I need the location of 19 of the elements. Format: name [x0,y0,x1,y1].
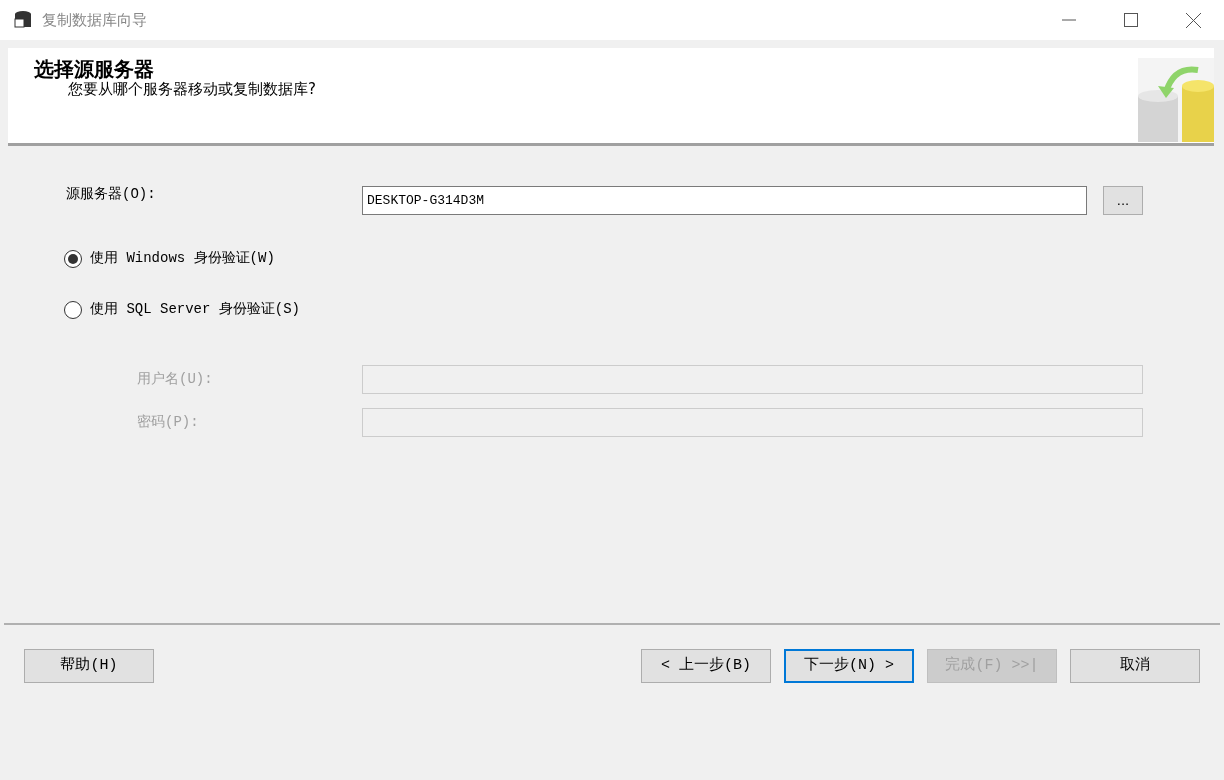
dialog-button[interactable]: < 上一步(B) [641,649,771,683]
source-server-field[interactable]: DESKTOP-G314D3M [362,186,1087,215]
browse-button[interactable]: ... [1103,186,1143,215]
dialog-button[interactable]: 取消 [1070,649,1200,683]
radio-label: 使用 Windows 身份验证(W) [90,249,275,268]
page-subtitle: 您要从哪个服务器移动或复制数据库? [68,80,317,98]
radio-label: 使用 SQL Server 身份验证(S) [90,300,301,319]
field-label: 密码(P): [137,413,200,432]
field-label: 用户名(U): [137,370,214,389]
window-title: 复制数据库向导 [42,9,147,31]
page-title: 选择源服务器 [34,58,155,80]
radio-button[interactable] [64,300,82,319]
dialog-button[interactable]: 下一步(N) > [784,649,914,683]
database-icon [12,9,34,31]
close-icon [1185,12,1201,28]
dialog-button[interactable]: 帮助(H) [24,649,154,683]
radio-button[interactable] [64,249,82,268]
maximize-icon [1124,13,1138,27]
source-server-label: 源服务器(O): [66,185,157,204]
